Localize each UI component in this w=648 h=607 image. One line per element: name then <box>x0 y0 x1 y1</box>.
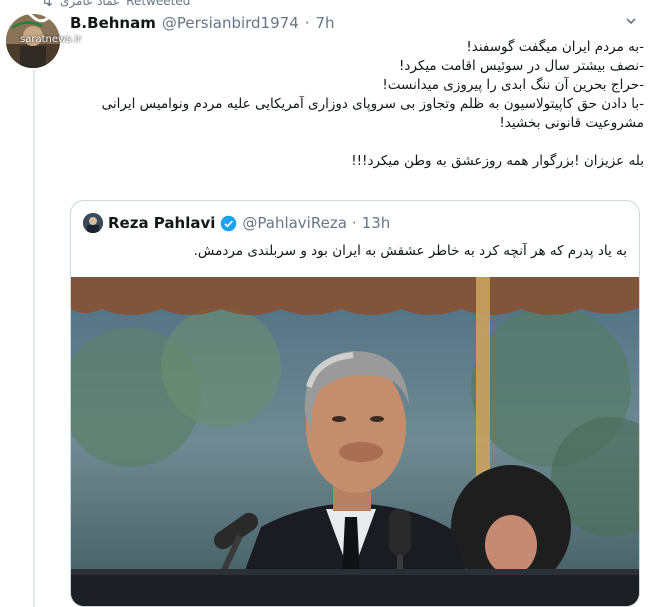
tweet-line: -حراج بحرین آن ننگ ابدی را پیروزی میدانس… <box>382 77 644 93</box>
quote-avatar[interactable] <box>83 213 103 233</box>
tweet-line: -با دادن حق کاپیتولاسیون به ظلم وتجاوز ب… <box>101 96 644 112</box>
quote-avatar-image <box>83 213 103 233</box>
separator-dot: · <box>304 14 310 32</box>
retweet-icon <box>44 0 53 7</box>
tweet-text: -به مردم ایران میگفت گوسفند! -نصف بیشتر … <box>70 38 644 171</box>
quote-handle[interactable]: @PahlaviReza <box>242 214 347 232</box>
tweet-line: -به مردم ایران میگفت گوسفند! <box>466 39 644 55</box>
quote-timestamp[interactable]: 13h <box>362 214 391 232</box>
tweet-header: B.Behnam @Persianbird1974 · 7h <box>70 14 335 32</box>
thread-line <box>33 70 35 607</box>
quote-display-name[interactable]: Reza Pahlavi <box>108 214 215 232</box>
quote-header: Reza Pahlavi @PahlaviReza · 13h <box>83 213 390 233</box>
tweet-closing-line: بله عزیزان !بزرگوار همه روزعشق به وطن می… <box>351 153 644 169</box>
quote-text: به یاد پدرم که هر آنچه کرد به خاطر عشقش … <box>193 243 627 259</box>
timestamp[interactable]: 7h <box>316 14 335 32</box>
handle[interactable]: @Persianbird1974 <box>162 14 299 32</box>
photo-image <box>71 277 639 606</box>
verified-badge-icon <box>221 215 237 231</box>
chevron-down-icon[interactable] <box>624 14 638 28</box>
tweet-line: -نصف بیشتر سال در سوئیس اقامت میکرد! <box>399 58 644 74</box>
quoted-tweet-card[interactable]: Reza Pahlavi @PahlaviReza · 13h به یاد پ… <box>70 200 640 607</box>
quote-photo[interactable] <box>71 277 639 606</box>
retweeter-name: عماد عامری <box>60 0 121 8</box>
avatar[interactable] <box>6 14 60 68</box>
display-name[interactable]: B.Behnam <box>70 14 156 32</box>
tweet-line: مشروعیت قانونی بخشید! <box>499 115 644 131</box>
quote-separator-dot: · <box>351 214 357 232</box>
avatar-image <box>6 14 60 68</box>
retweet-context[interactable]: عماد عامری Retweeted <box>40 0 190 8</box>
retweet-label: Retweeted <box>126 0 191 8</box>
